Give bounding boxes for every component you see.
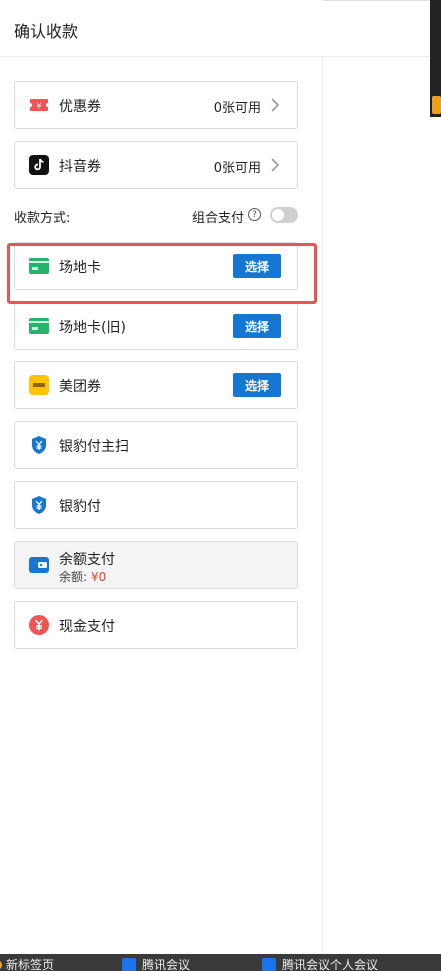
divider — [322, 0, 430, 1]
chevron-right-icon — [271, 98, 280, 112]
douyin-coupon-count: 0张可用 — [213, 161, 261, 176]
combo-pay-toggle[interactable] — [270, 207, 298, 223]
background-window-edge — [430, 0, 441, 117]
card-icon — [29, 316, 49, 336]
payment-method-label: 收款方式: — [14, 211, 71, 226]
douyin-coupon-label: 抖音券 — [59, 159, 101, 175]
combo-pay-label: 组合支付 — [191, 211, 244, 226]
header: 确认收款 — [0, 0, 441, 57]
panel-divider — [322, 57, 323, 954]
tencent-meeting-icon — [262, 957, 276, 971]
coupon-label: 优惠券 — [59, 99, 101, 115]
cash-pay-row[interactable]: 现金支付 — [14, 601, 298, 649]
chevron-right-icon — [271, 158, 280, 172]
shield-yuan-icon — [29, 495, 49, 515]
douyin-icon — [29, 155, 49, 175]
taskbar: 新标签页 腾讯会议 腾讯会议个人会议 — [0, 954, 441, 971]
meituan-coupon-label: 美团券 — [59, 379, 101, 395]
select-venue-card-old-button[interactable]: 选择 — [233, 314, 281, 338]
venue-card-old-row[interactable]: 场地卡(旧) 选择 — [14, 302, 298, 350]
svg-text:¥: ¥ — [36, 102, 41, 111]
balance-pay-row[interactable]: 余额支付 余额: ¥0 — [14, 541, 298, 589]
douyin-coupon-row[interactable]: 抖音券 0张可用 — [14, 141, 298, 189]
payment-method-header: 收款方式: 组合支付 ? — [14, 205, 298, 226]
select-meituan-button[interactable]: 选择 — [233, 373, 281, 397]
meituan-coupon-row[interactable]: 美团券 选择 — [14, 361, 298, 409]
cash-pay-label: 现金支付 — [59, 619, 115, 635]
balance-label: 余额: — [59, 570, 88, 584]
help-icon[interactable]: ? — [248, 208, 261, 221]
coupon-row[interactable]: ¥ 优惠券 0张可用 — [14, 81, 298, 129]
yinbao-scan-row[interactable]: 银豹付主扫 — [14, 421, 298, 469]
ticket-icon: ¥ — [29, 95, 49, 115]
yinbao-scan-label: 银豹付主扫 — [59, 439, 129, 455]
venue-card-row[interactable]: 场地卡 选择 — [14, 242, 298, 290]
balance-pay-label: 余额支付 — [59, 552, 115, 568]
venue-card-label: 场地卡 — [59, 260, 101, 276]
yuan-coin-icon — [29, 615, 49, 635]
yinbao-pay-row[interactable]: 银豹付 — [14, 481, 298, 529]
select-venue-card-button[interactable]: 选择 — [233, 254, 281, 278]
taskbar-item-tencent-meeting[interactable]: 腾讯会议 — [122, 956, 190, 971]
venue-card-old-label: 场地卡(旧) — [59, 320, 126, 336]
yinbao-pay-label: 银豹付 — [59, 499, 101, 515]
meituan-icon — [29, 375, 49, 395]
balance-value: ¥0 — [91, 570, 107, 584]
browser-icon — [0, 959, 2, 970]
taskbar-item-personal-meeting[interactable]: 腾讯会议个人会议 — [262, 956, 378, 971]
shield-yuan-icon — [29, 435, 49, 455]
page-title: 确认收款 — [14, 22, 79, 41]
taskbar-item-new-tab[interactable]: 新标签页 — [0, 956, 54, 971]
card-icon — [29, 256, 49, 276]
wallet-icon — [29, 555, 49, 575]
balance-info: 余额: ¥0 — [59, 568, 106, 585]
coupon-count: 0张可用 — [213, 101, 261, 116]
toggle-knob — [272, 209, 284, 221]
tencent-meeting-icon — [122, 957, 136, 971]
app-icon — [432, 96, 441, 114]
